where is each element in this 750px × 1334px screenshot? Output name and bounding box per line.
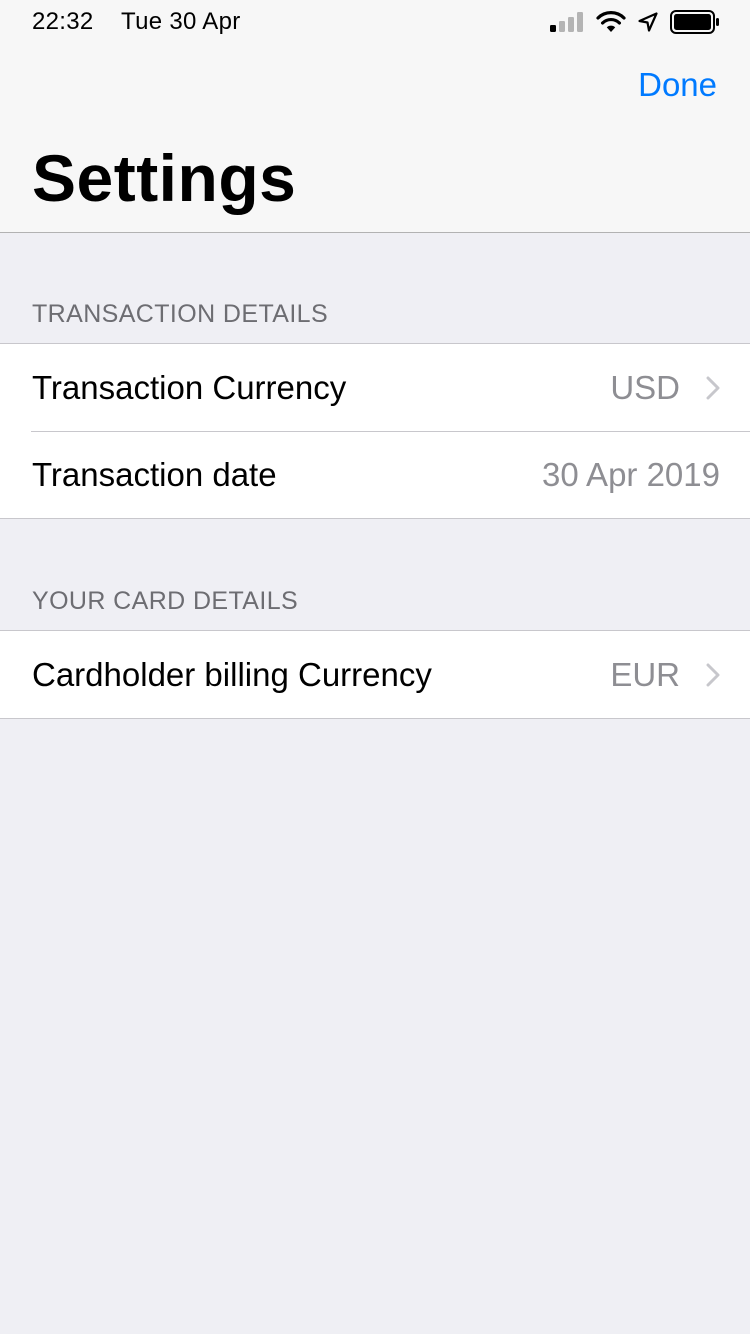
transaction-currency-label: Transaction Currency [32, 368, 347, 406]
chevron-right-icon [706, 663, 720, 687]
battery-icon [670, 9, 720, 39]
cardholder-billing-currency-label: Cardholder billing Currency [32, 655, 432, 693]
transaction-date-value: 30 Apr 2019 [542, 455, 720, 493]
transaction-details-group: Transaction Currency USD Transaction dat… [0, 343, 750, 519]
location-arrow-icon [638, 11, 658, 37]
done-button[interactable]: Done [638, 66, 717, 104]
wifi-icon [596, 10, 626, 38]
page-title: Settings [32, 141, 297, 215]
status-icons [550, 9, 720, 39]
section-header-transaction-details: TRANSACTION DETAILS [32, 300, 329, 328]
cellular-signal-icon [550, 11, 584, 37]
cardholder-billing-currency-value: EUR [610, 655, 680, 693]
status-time: 22:32 [32, 8, 94, 35]
transaction-date-row: Transaction date 30 Apr 2019 [0, 431, 750, 518]
status-date: Tue 30 Apr [121, 8, 241, 35]
transaction-currency-row[interactable]: Transaction Currency USD [0, 344, 750, 431]
status-bar: 22:32 Tue 30 Apr [0, 0, 750, 48]
card-details-group: Cardholder billing Currency EUR [0, 630, 750, 719]
transaction-currency-value: USD [610, 368, 680, 406]
chevron-right-icon [706, 376, 720, 400]
cardholder-billing-currency-row[interactable]: Cardholder billing Currency EUR [0, 631, 750, 718]
transaction-date-label: Transaction date [32, 455, 277, 493]
section-header-your-card-details: YOUR CARD DETAILS [32, 587, 299, 615]
navigation-bar: Done Settings [0, 48, 750, 233]
